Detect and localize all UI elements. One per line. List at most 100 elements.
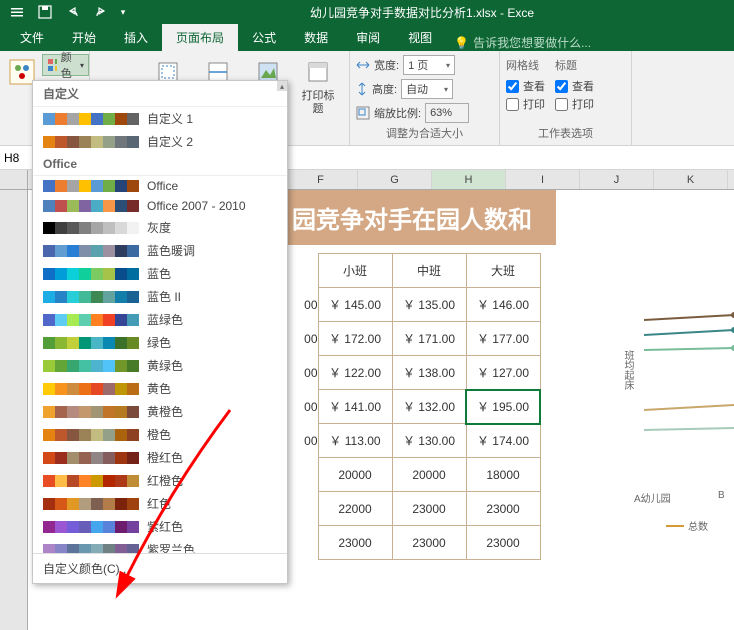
cell[interactable]: 00 xyxy=(286,322,318,356)
swatch-row xyxy=(43,360,139,372)
width-input[interactable]: 1 页▾ xyxy=(403,55,455,75)
header-cell[interactable]: 大班 xyxy=(466,254,540,288)
cell[interactable]: ￥ 177.00 xyxy=(466,322,540,356)
cell[interactable]: ￥ 195.00 xyxy=(466,390,540,424)
cell[interactable]: ￥ 135.00 xyxy=(392,288,466,322)
qat-customize-icon[interactable]: ▾ xyxy=(116,1,130,23)
theme-item[interactable]: 蓝色 II xyxy=(33,285,287,308)
cell[interactable]: ￥ 130.00 xyxy=(392,424,466,458)
cell[interactable]: 23000 xyxy=(318,526,392,560)
col-head-i[interactable]: I xyxy=(506,170,580,189)
cell[interactable]: 23000 xyxy=(392,492,466,526)
gridlines-print-checkbox[interactable]: 打印 xyxy=(506,96,545,112)
cell[interactable]: ￥ 145.00 xyxy=(318,288,392,322)
theme-item[interactable]: 自定义 1 xyxy=(33,107,287,130)
headings-label: 标题 xyxy=(555,54,594,76)
header-cell[interactable]: 中班 xyxy=(392,254,466,288)
scale-input[interactable]: 63% xyxy=(425,103,469,123)
theme-item[interactable]: 黄橙色 xyxy=(33,400,287,423)
cell[interactable]: 20000 xyxy=(392,458,466,492)
undo-icon[interactable] xyxy=(60,1,86,23)
colors-icon xyxy=(47,58,57,72)
cell[interactable]: 00 xyxy=(286,356,318,390)
height-input[interactable]: 自动▾ xyxy=(401,79,453,99)
scroll-up-icon[interactable]: ▴ xyxy=(277,81,287,91)
cell[interactable]: 20000 xyxy=(318,458,392,492)
col-head-g[interactable]: G xyxy=(358,170,432,189)
theme-item[interactable]: 紫罗兰色 xyxy=(33,538,287,553)
sheet-options-label: 工作表选项 xyxy=(506,125,625,143)
cell[interactable]: ￥ 138.00 xyxy=(392,356,466,390)
colors-dropdown[interactable]: 颜色 ▾ xyxy=(42,54,89,76)
header-cell[interactable]: 小班 xyxy=(318,254,392,288)
theme-item[interactable]: 蓝绿色 xyxy=(33,308,287,331)
col-head-k[interactable]: K xyxy=(654,170,728,189)
save-icon[interactable] xyxy=(32,1,58,23)
cell[interactable]: 00 xyxy=(286,390,318,424)
tab-file[interactable]: 文件 xyxy=(6,24,58,51)
theme-item[interactable]: 蓝色 xyxy=(33,262,287,285)
col-head-f[interactable]: F xyxy=(284,170,358,189)
cell[interactable]: 23000 xyxy=(466,526,540,560)
cell[interactable]: 00 xyxy=(286,424,318,458)
dropdown-scrollbar[interactable]: ▴ xyxy=(277,81,287,583)
tell-me-search[interactable]: 💡 告诉我您想要做什么... xyxy=(446,34,591,51)
cell[interactable]: 18000 xyxy=(466,458,540,492)
cell[interactable]: ￥ 146.00 xyxy=(466,288,540,322)
cell[interactable]: 23000 xyxy=(392,526,466,560)
table-row: 00￥ 145.00￥ 135.00￥ 146.00 xyxy=(286,288,540,322)
theme-item[interactable]: Office 2007 - 2010 xyxy=(33,196,287,216)
theme-item[interactable]: 黄绿色 xyxy=(33,354,287,377)
cell[interactable]: ￥ 174.00 xyxy=(466,424,540,458)
theme-item[interactable]: 绿色 xyxy=(33,331,287,354)
cell[interactable]: ￥ 132.00 xyxy=(392,390,466,424)
theme-item-label: 黄橙色 xyxy=(147,403,183,420)
tab-formulas[interactable]: 公式 xyxy=(238,24,290,51)
theme-item[interactable]: 自定义 2 xyxy=(33,130,287,153)
cell[interactable] xyxy=(286,492,318,526)
theme-item[interactable]: 橙红色 xyxy=(33,446,287,469)
custom-colors-menu-item[interactable]: 自定义颜色(C)... xyxy=(33,553,287,583)
cell[interactable]: 00 xyxy=(286,288,318,322)
col-head-h[interactable]: H xyxy=(432,170,506,189)
cell[interactable] xyxy=(286,526,318,560)
height-control[interactable]: 高度: 自动▾ xyxy=(356,78,493,100)
theme-item[interactable]: 红橙色 xyxy=(33,469,287,492)
cell[interactable]: ￥ 127.00 xyxy=(466,356,540,390)
gridlines-view-checkbox[interactable]: 查看 xyxy=(506,78,545,94)
print-titles-button[interactable]: 打印标题 xyxy=(297,54,339,116)
cell[interactable]: ￥ 122.00 xyxy=(318,356,392,390)
chart[interactable]: 班均起床 A幼儿园 B 总数 xyxy=(604,260,734,610)
theme-scroll-area[interactable]: 自定义 自定义 1自定义 2 Office OfficeOffice 2007 … xyxy=(33,81,287,553)
tab-review[interactable]: 审阅 xyxy=(342,24,394,51)
theme-item[interactable]: 红色 xyxy=(33,492,287,515)
theme-item-label: 绿色 xyxy=(147,334,171,351)
table-row: 00￥ 113.00￥ 130.00￥ 174.00 xyxy=(286,424,540,458)
col-head-j[interactable]: J xyxy=(580,170,654,189)
headings-print-checkbox[interactable]: 打印 xyxy=(555,96,594,112)
tab-page-layout[interactable]: 页面布局 xyxy=(162,24,238,51)
theme-item[interactable]: 黄色 xyxy=(33,377,287,400)
tab-home[interactable]: 开始 xyxy=(58,24,110,51)
cell[interactable]: ￥ 113.00 xyxy=(318,424,392,458)
cell[interactable]: ￥ 141.00 xyxy=(318,390,392,424)
select-all-corner[interactable] xyxy=(0,170,28,189)
excel-menu-icon[interactable] xyxy=(4,1,30,23)
headings-view-checkbox[interactable]: 查看 xyxy=(555,78,594,94)
theme-item[interactable]: 蓝色暖调 xyxy=(33,239,287,262)
tab-view[interactable]: 视图 xyxy=(394,24,446,51)
scale-control[interactable]: 缩放比例: 63% xyxy=(356,102,493,124)
width-control[interactable]: 宽度: 1 页▾ xyxy=(356,54,493,76)
tab-data[interactable]: 数据 xyxy=(290,24,342,51)
cell[interactable]: 23000 xyxy=(466,492,540,526)
theme-item[interactable]: 灰度 xyxy=(33,216,287,239)
theme-item[interactable]: Office xyxy=(33,176,287,196)
cell[interactable] xyxy=(286,458,318,492)
theme-item[interactable]: 紫红色 xyxy=(33,515,287,538)
theme-item[interactable]: 橙色 xyxy=(33,423,287,446)
cell[interactable]: 22000 xyxy=(318,492,392,526)
cell[interactable]: ￥ 172.00 xyxy=(318,322,392,356)
tab-insert[interactable]: 插入 xyxy=(110,24,162,51)
redo-icon[interactable] xyxy=(88,1,114,23)
cell[interactable]: ￥ 171.00 xyxy=(392,322,466,356)
